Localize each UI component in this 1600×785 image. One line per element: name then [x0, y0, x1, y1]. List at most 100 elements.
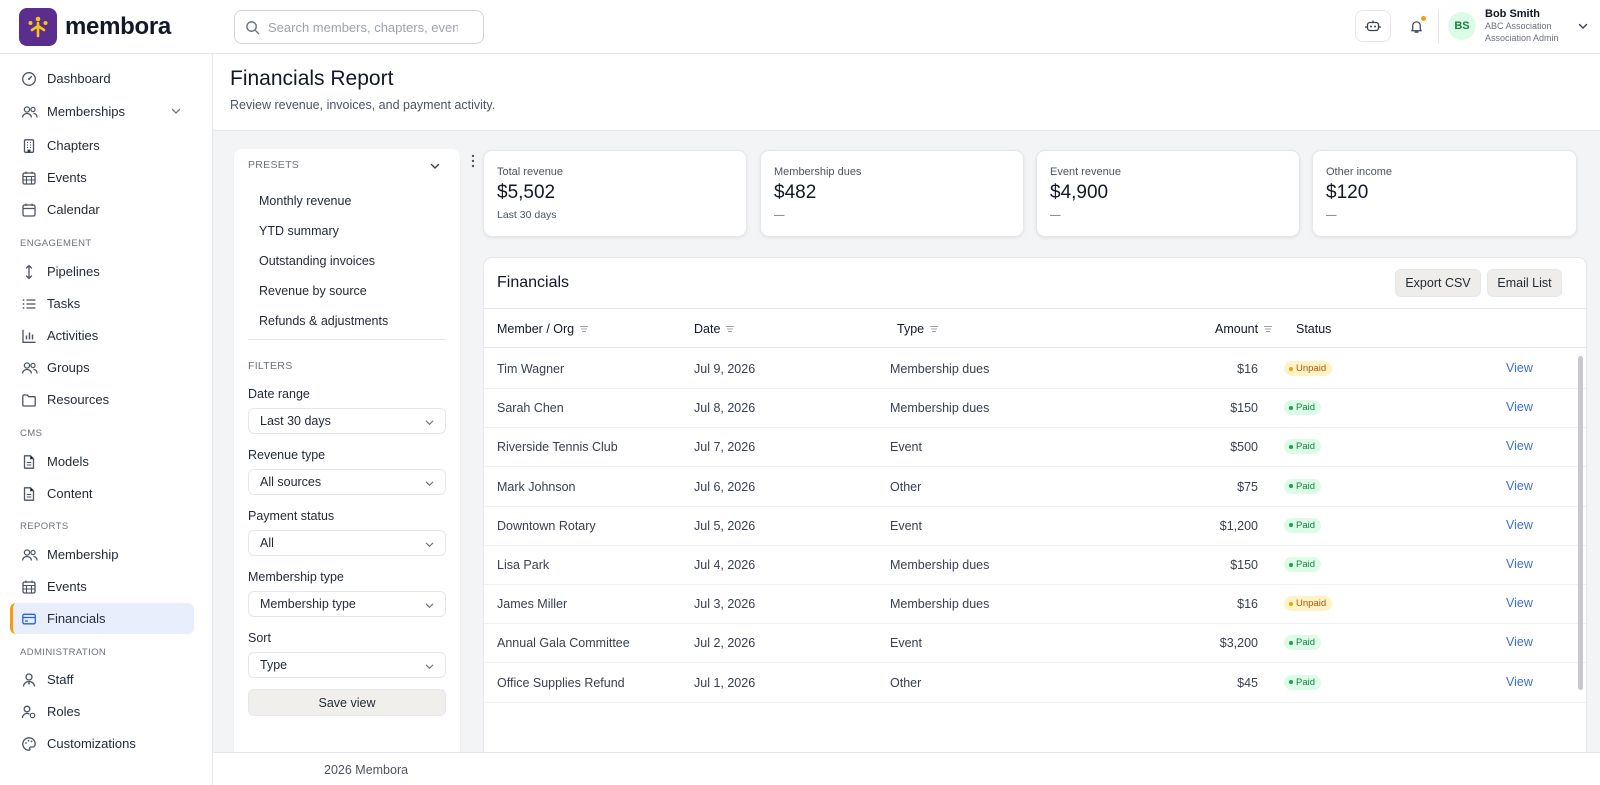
kpi-subtext: Last 30 days — [497, 209, 557, 221]
sidebar-item-memberships[interactable]: Memberships — [10, 96, 194, 127]
kpi-value: $482 — [774, 182, 817, 203]
sidebar-item-pipelines[interactable]: Pipelines — [10, 256, 194, 287]
status-dot — [1289, 601, 1293, 606]
preset-item[interactable]: Monthly revenue — [259, 194, 351, 208]
bar-chart-icon — [20, 327, 38, 345]
cell-member: Mark Johnson — [497, 479, 576, 494]
preset-item[interactable]: Revenue by source — [259, 284, 367, 298]
top-bar: membora BS Bob Smith ABC Association Ass… — [0, 0, 1600, 54]
sidebar-item-tasks[interactable]: Tasks — [10, 288, 194, 319]
status-text: Paid — [1296, 559, 1316, 570]
email-list-button[interactable]: Email List — [1487, 269, 1562, 297]
sidebar-item-activities[interactable]: Activities — [10, 320, 194, 351]
divider — [248, 339, 446, 340]
membership-type-select[interactable]: Membership type — [248, 591, 446, 617]
select-value: Membership type — [260, 597, 356, 611]
sidebar-item-groups[interactable]: Groups — [10, 352, 194, 383]
cell-member: Office Supplies Refund — [497, 675, 625, 690]
section-engagement: ENGAGEMENT — [20, 238, 92, 249]
status-dot — [1289, 680, 1293, 685]
sidebar-item-staff[interactable]: Staff — [10, 664, 194, 695]
view-link[interactable]: View — [1506, 635, 1533, 649]
search-box[interactable] — [234, 10, 484, 44]
status-text: Paid — [1296, 402, 1316, 414]
sidebar-item-chapters[interactable]: Chapters — [10, 130, 194, 161]
sidebar-item-label: Events — [47, 170, 87, 185]
status-badge: Paid — [1284, 635, 1322, 651]
notifications-button[interactable] — [1401, 11, 1431, 41]
sidebar-item-label: Groups — [47, 360, 90, 375]
view-link[interactable]: View — [1506, 479, 1533, 493]
status-text: Paid — [1296, 441, 1316, 453]
sidebar-item-roles[interactable]: Roles — [10, 696, 194, 727]
calendar-grid-icon — [20, 169, 38, 187]
table-row[interactable]: James Miller Jul 3, 2026 Membership dues $1… — [484, 584, 1586, 625]
sidebar-item-models[interactable]: Models — [10, 446, 194, 477]
more-vertical-icon[interactable] — [470, 154, 476, 168]
chevron-down-icon[interactable] — [429, 160, 441, 172]
table-row[interactable]: Riverside Tennis Club Jul 7, 2026 Event $50… — [484, 427, 1586, 468]
list-icon — [20, 295, 38, 313]
column-header-member[interactable]: Member / Org — [497, 322, 589, 336]
sidebar-item-events-report[interactable]: Events — [10, 571, 194, 602]
preset-item[interactable]: YTD summary — [259, 224, 339, 238]
scrollbar[interactable] — [1578, 356, 1583, 690]
sort-select[interactable]: Type — [248, 652, 446, 678]
save-view-button[interactable]: Save view — [248, 689, 446, 716]
export-csv-button[interactable]: Export CSV — [1395, 269, 1481, 297]
table-row[interactable]: Office Supplies Refund Jul 1, 2026 Other $4… — [484, 663, 1586, 703]
table-row[interactable]: Mark Johnson Jul 6, 2026 Other $75 Paid View — [484, 467, 1586, 507]
view-link[interactable]: View — [1506, 518, 1533, 532]
user-menu[interactable]: BS Bob Smith ABC Association Association… — [1448, 8, 1589, 44]
table-row[interactable]: Downtown Rotary Jul 5, 2026 Event $1,200 Pai… — [484, 506, 1586, 546]
sidebar-item-financials[interactable]: Financials — [10, 603, 194, 634]
view-link[interactable]: View — [1506, 439, 1533, 453]
view-link[interactable]: View — [1506, 557, 1533, 571]
table-row[interactable]: Lisa Park Jul 4, 2026 Membership dues $150 P… — [484, 545, 1586, 585]
table-row[interactable]: Annual Gala Committee Jul 2, 2026 Event $3,… — [484, 623, 1586, 664]
sidebar-item-label: Roles — [47, 704, 81, 719]
folder-icon — [20, 391, 38, 409]
table-row[interactable]: Sarah Chen Jul 8, 2026 Membership dues $150… — [484, 388, 1586, 429]
date-range-select[interactable]: Last 30 days — [248, 408, 446, 434]
cell-amount: $45 — [1237, 675, 1258, 690]
view-link[interactable]: View — [1506, 596, 1533, 610]
view-link[interactable]: View — [1506, 400, 1533, 414]
users-icon — [20, 546, 38, 564]
sidebar-item-calendar[interactable]: Calendar — [10, 194, 194, 225]
user-org: ABC Association — [1485, 21, 1552, 31]
user-key-icon — [20, 703, 38, 721]
sidebar-item-label: Models — [47, 454, 89, 469]
assistant-button[interactable] — [1355, 10, 1391, 42]
cell-type: Other — [890, 675, 922, 690]
cell-type: Event — [890, 440, 922, 455]
sidebar-item-resources[interactable]: Resources — [10, 384, 194, 415]
cell-member: Riverside Tennis Club — [497, 440, 618, 455]
preset-item[interactable]: Refunds & adjustments — [259, 314, 388, 328]
column-header-type[interactable]: Type — [897, 322, 939, 336]
sidebar-item-membership[interactable]: Membership — [10, 539, 194, 570]
cell-amount: $16 — [1237, 362, 1258, 376]
status-badge: Paid — [1284, 674, 1322, 690]
revenue-type-select[interactable]: All sources — [248, 469, 446, 495]
sidebar-item-label: Pipelines — [47, 264, 100, 279]
logo[interactable]: membora — [19, 8, 171, 46]
sidebar-item-customizations[interactable]: Customizations — [10, 728, 194, 759]
payment-status-select[interactable]: All — [248, 530, 446, 556]
cell-type: Event — [890, 518, 922, 533]
cell-type: Event — [890, 636, 922, 651]
cell-date: Jul 8, 2026 — [694, 401, 756, 416]
preset-item[interactable]: Outstanding invoices — [259, 254, 375, 268]
sidebar-item-dashboard[interactable]: Dashboard — [10, 63, 194, 94]
cell-amount: $500 — [1230, 440, 1258, 455]
view-link[interactable]: View — [1506, 675, 1533, 689]
sidebar-item-content[interactable]: Content — [10, 478, 194, 509]
search-input[interactable] — [268, 19, 458, 35]
view-link[interactable]: View — [1506, 361, 1533, 375]
table-row[interactable]: Tim Wagner Jul 9, 2026 Membership dues $16 U… — [484, 349, 1586, 389]
revenue-type-label: Revenue type — [248, 448, 326, 462]
column-header-amount[interactable]: Amount — [1215, 322, 1273, 336]
column-header-date[interactable]: Date — [694, 322, 735, 336]
sidebar-item-events[interactable]: Events — [10, 162, 194, 193]
users-icon — [20, 103, 38, 121]
